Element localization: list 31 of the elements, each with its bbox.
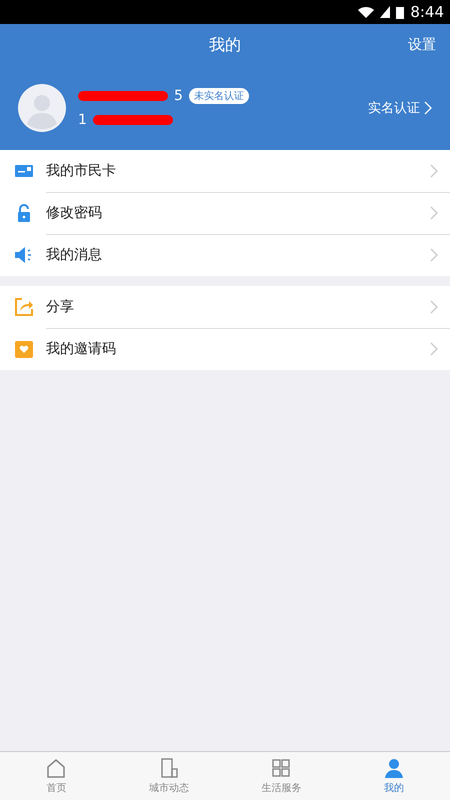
menu-item[interactable]: 分享 xyxy=(0,286,450,328)
menu-item[interactable]: 修改密码 xyxy=(0,192,450,234)
chevron-icon xyxy=(430,342,438,356)
verify-link[interactable]: 实名认证 xyxy=(368,99,432,117)
person-icon xyxy=(382,757,405,779)
home-icon xyxy=(45,757,68,779)
menu-item[interactable]: 我的消息 xyxy=(0,234,450,276)
page-title: 我的 xyxy=(209,34,241,56)
verification-badge: 未实名认证 xyxy=(188,88,249,104)
nav-tab[interactable]: 首页 xyxy=(0,752,112,800)
settings-link[interactable]: 设置 xyxy=(408,36,436,54)
phone-number: 1 xyxy=(78,112,87,128)
avatar xyxy=(18,84,66,132)
menu-item[interactable]: 我的邀请码 xyxy=(0,328,450,370)
menu-item[interactable]: 我的市民卡 xyxy=(0,150,450,192)
chevron-icon xyxy=(430,300,438,314)
chevron-icon xyxy=(430,164,438,178)
chevron-icon xyxy=(430,206,438,220)
clock-time: 8:44 xyxy=(410,3,444,21)
user-name: 5 xyxy=(174,88,183,104)
speaker-icon xyxy=(14,245,34,265)
nav-tab[interactable]: 我的 xyxy=(338,752,450,800)
nav-tab[interactable]: 生活服务 xyxy=(225,752,338,800)
grid-icon xyxy=(270,757,292,779)
wifi-icon xyxy=(358,6,374,18)
battery-icon xyxy=(396,6,404,18)
share-icon xyxy=(14,297,34,317)
chevron-icon xyxy=(424,101,432,115)
chevron-icon xyxy=(430,248,438,262)
nav-tab[interactable]: 城市动态 xyxy=(112,752,225,800)
signal-icon xyxy=(380,6,390,18)
